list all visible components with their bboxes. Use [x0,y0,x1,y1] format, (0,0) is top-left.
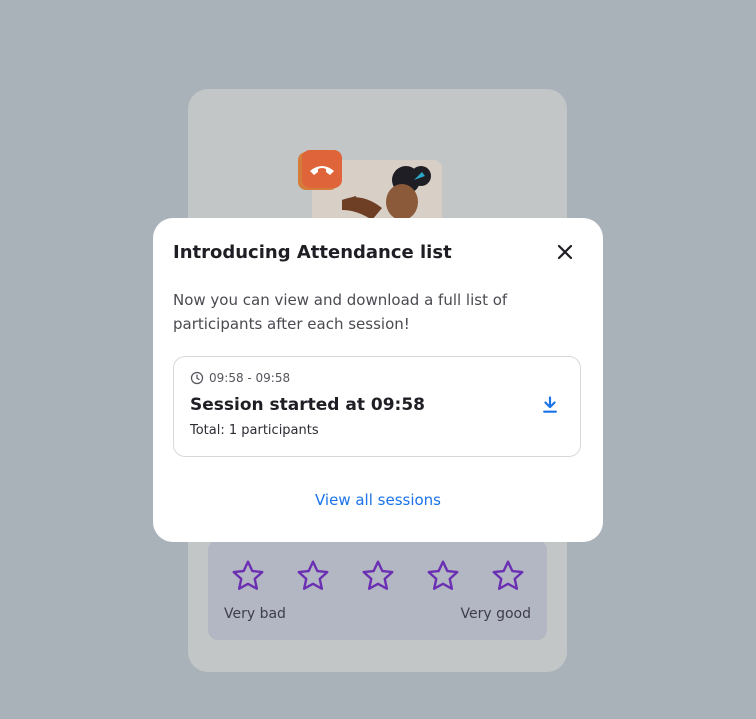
session-card: 09:58 - 09:58 Session started at 09:58 T… [173,356,581,457]
download-button[interactable] [540,395,560,415]
session-title: Session started at 09:58 [190,395,426,415]
phone-hangup-icon [302,150,342,188]
rating-stars [230,558,526,594]
rating-high-label: Very good [460,606,532,622]
close-button[interactable] [553,240,577,264]
session-time-range: 09:58 - 09:58 [209,371,291,385]
modal-description: Now you can view and download a full lis… [173,291,508,333]
star-icon[interactable] [425,558,461,594]
star-icon[interactable] [490,558,526,594]
session-total: Total: 1 participants [190,423,319,438]
modal-title: Introducing Attendance list [173,242,452,263]
star-icon[interactable] [360,558,396,594]
attendance-list-modal: Introducing Attendance list Now you can … [153,218,603,542]
download-icon [543,396,557,413]
rating-panel: Very bad Very good [208,540,547,640]
session-time: 09:58 - 09:58 [190,371,290,385]
close-icon [557,244,573,260]
star-icon[interactable] [230,558,266,594]
clock-icon [190,371,204,385]
rating-low-label: Very bad [224,606,286,622]
star-icon[interactable] [295,558,331,594]
view-all-sessions-link[interactable]: View all sessions [153,491,603,509]
